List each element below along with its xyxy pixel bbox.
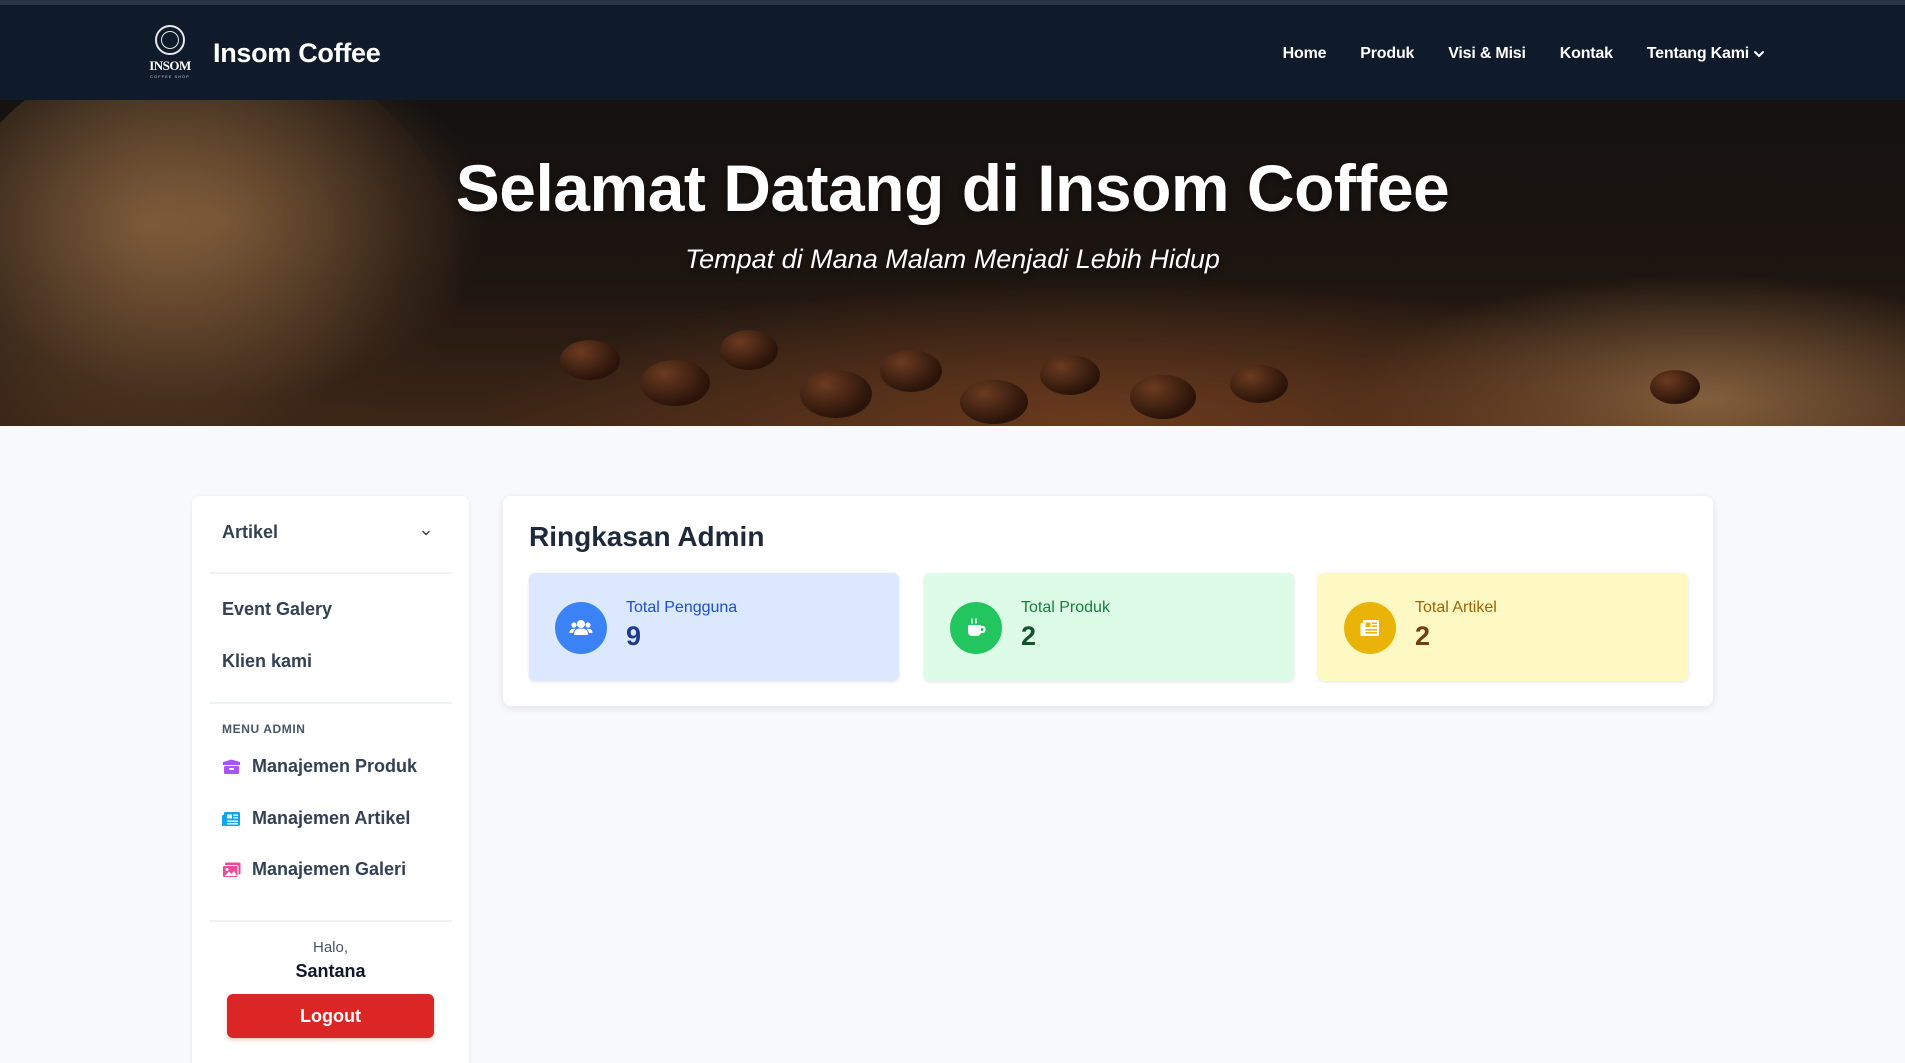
stat-value: 2 bbox=[1021, 621, 1037, 651]
coffee-cup-icon bbox=[950, 602, 1002, 654]
coffee-bean-decoration bbox=[720, 330, 778, 370]
logo-seal-icon bbox=[155, 25, 185, 55]
stat-label: Total Produk bbox=[1021, 599, 1110, 616]
sidebar-dropdown-artikel[interactable]: Artikel bbox=[222, 522, 432, 543]
coffee-bean-decoration bbox=[1230, 365, 1288, 403]
nav-link-kontak[interactable]: Kontak bbox=[1560, 45, 1613, 63]
nav-links: Home Produk Visi & Misi Kontak Tentang K… bbox=[1283, 45, 1765, 63]
stat-label: Total Pengguna bbox=[626, 599, 738, 616]
newspaper-icon bbox=[1344, 602, 1396, 654]
nav-link-produk[interactable]: Produk bbox=[1360, 45, 1414, 63]
stat-value: 2 bbox=[1415, 621, 1431, 651]
divider bbox=[209, 702, 452, 704]
stat-label: Total Artikel bbox=[1415, 599, 1497, 616]
sidebar-item-event-galery[interactable]: Event Galery bbox=[222, 599, 332, 620]
stat-card-total-pengguna: Total Pengguna 9 bbox=[529, 573, 899, 681]
image-icon bbox=[222, 862, 241, 878]
sidebar-dropdown-label: Artikel bbox=[222, 522, 279, 542]
hero-banner: Selamat Datang di Insom Coffee Tempat di… bbox=[0, 100, 1905, 426]
summary-title: Ringkasan Admin bbox=[529, 521, 765, 552]
nav-link-home[interactable]: Home bbox=[1283, 45, 1327, 63]
divider bbox=[209, 572, 452, 574]
box-icon bbox=[223, 759, 240, 774]
username: Santana bbox=[295, 961, 366, 981]
sidebar-item-manajemen-galeri[interactable]: Manajemen Galeri bbox=[222, 859, 406, 880]
nav-dropdown-label: Tentang Kami bbox=[1646, 45, 1749, 62]
logo-subtext: COFFEE SHOP bbox=[150, 74, 190, 79]
stat-value: 9 bbox=[626, 621, 642, 651]
nav-link-visi-misi[interactable]: Visi & Misi bbox=[1448, 45, 1526, 63]
divider bbox=[209, 920, 452, 922]
admin-menu-heading: MENU ADMIN bbox=[222, 722, 306, 736]
sidebar-item-manajemen-artikel[interactable]: Manajemen Artikel bbox=[222, 808, 410, 829]
stat-card-total-produk: Total Produk 2 bbox=[924, 573, 1294, 681]
chevron-down-icon bbox=[422, 530, 430, 535]
admin-item-label: Manajemen Produk bbox=[252, 756, 418, 776]
coffee-bean-decoration bbox=[880, 350, 942, 392]
stat-card-total-artikel: Total Artikel 2 bbox=[1318, 573, 1688, 681]
logout-button[interactable]: Logout bbox=[227, 994, 434, 1038]
coffee-bean-decoration bbox=[1650, 370, 1700, 404]
newspaper-icon bbox=[222, 811, 240, 826]
admin-summary-card: Ringkasan Admin Total Pengguna 9 Total P… bbox=[503, 496, 1713, 706]
sidebar-item-klien-kami[interactable]: Klien kami bbox=[222, 651, 312, 672]
nav-dropdown-tentang-kami[interactable]: Tentang Kami bbox=[1647, 45, 1765, 63]
top-navbar: INSOM COFFEE SHOP Insom Coffee Home Prod… bbox=[0, 0, 1905, 100]
hero-subtitle: Tempat di Mana Malam Menjadi Lebih Hidup bbox=[685, 244, 1220, 274]
coffee-bean-decoration bbox=[1040, 355, 1100, 395]
admin-item-label: Manajemen Galeri bbox=[252, 859, 407, 879]
admin-item-label: Manajemen Artikel bbox=[252, 808, 411, 828]
brand[interactable]: INSOM COFFEE SHOP Insom Coffee bbox=[147, 25, 381, 81]
sidebar-item-manajemen-produk[interactable]: Manajemen Produk bbox=[222, 756, 417, 777]
coffee-bean-decoration bbox=[640, 360, 710, 406]
coffee-bean-decoration bbox=[800, 370, 872, 418]
coffee-bean-decoration bbox=[1130, 375, 1196, 419]
chevron-down-icon bbox=[1754, 51, 1764, 57]
sidebar: Artikel Event Galery Klien kami MENU ADM… bbox=[192, 496, 469, 1063]
coffee-bean-decoration bbox=[560, 340, 620, 380]
logo-word: INSOM bbox=[149, 58, 191, 73]
users-icon bbox=[555, 602, 607, 654]
coffee-bean-decoration bbox=[960, 380, 1028, 424]
hero-title: Selamat Datang di Insom Coffee bbox=[455, 151, 1450, 225]
insom-logo: INSOM COFFEE SHOP bbox=[147, 25, 193, 81]
brand-name: Insom Coffee bbox=[213, 37, 381, 68]
greeting-text: Halo, bbox=[312, 939, 349, 956]
